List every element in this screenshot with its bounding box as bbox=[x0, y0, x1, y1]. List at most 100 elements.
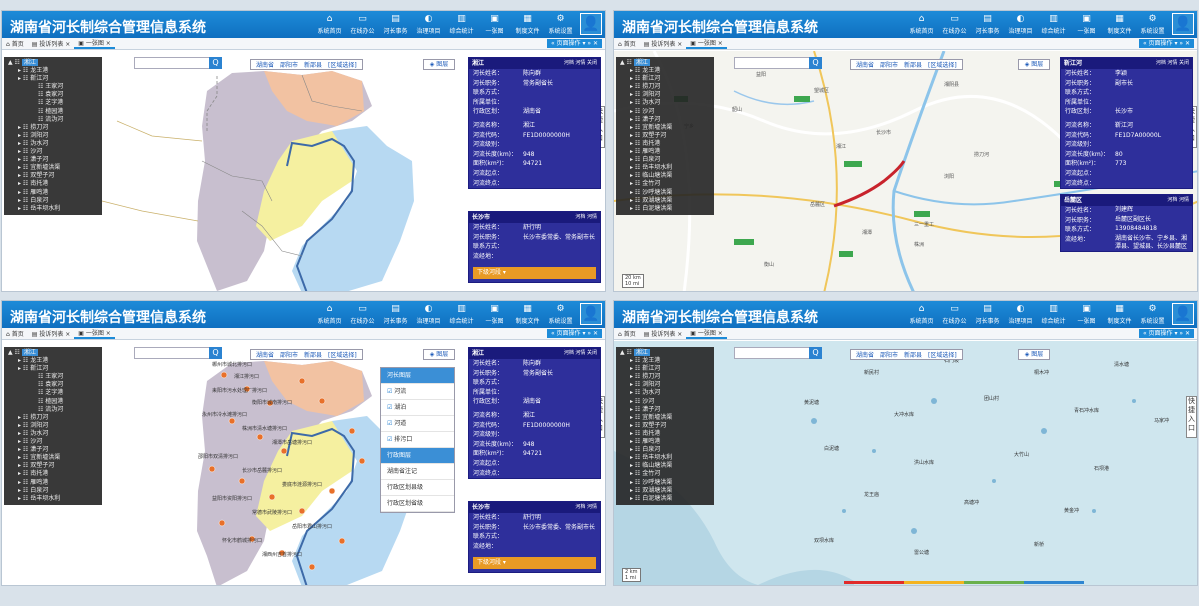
nav-gear[interactable]: ⚙ 系统设置 bbox=[1136, 303, 1169, 325]
nav-gear[interactable]: ⚙ 系统设置 bbox=[544, 303, 577, 325]
nav-document[interactable]: ▤ 河长事务 bbox=[971, 303, 1004, 325]
sub-river-button[interactable]: 下级河段 ▾ bbox=[473, 557, 596, 570]
tree-item[interactable]: ▸ ☷ 宜新墟洪渠 bbox=[616, 414, 714, 422]
tree-item[interactable]: ▸ ☷ 金竹河 bbox=[616, 470, 714, 478]
tree-item[interactable]: ☷ 楂园港 bbox=[4, 398, 102, 406]
tree-item[interactable]: ☷ 流沩河 bbox=[4, 406, 102, 414]
layer-option[interactable]: 行政图层 bbox=[381, 448, 454, 464]
nav-file[interactable]: ▦ 制度文件 bbox=[1103, 303, 1136, 325]
tree-item[interactable]: ▸ ☷ 双塑子河 bbox=[616, 132, 714, 140]
layer-button[interactable]: ◈ 图层 bbox=[1018, 349, 1050, 360]
tree-item[interactable]: ▸ ☷ 宜新墟洪渠 bbox=[616, 124, 714, 132]
nav-document[interactable]: ▤ 河长事务 bbox=[379, 13, 412, 35]
map-view[interactable]: ▲ ☷ 湘江 ▸ ☷ 龙王港 ▸ ☷ 靳江河 ☷ 王家河 ☷ 袁家河 ☷ 芝字港 ☷ 楂园… bbox=[2, 51, 605, 291]
tree-item[interactable]: ☷ 楂园港 bbox=[4, 108, 102, 116]
tree-item[interactable]: ▸ ☷ 雁鸣港 bbox=[4, 189, 102, 197]
nav-globe[interactable]: ◐ 治理项目 bbox=[412, 303, 445, 325]
tree-item[interactable]: ▸ ☷ 潇子河 bbox=[616, 116, 714, 124]
nav-globe[interactable]: ◐ 治理项目 bbox=[1004, 13, 1037, 35]
nav-file[interactable]: ▦ 制度文件 bbox=[1103, 13, 1136, 35]
page-ops-button[interactable]: « 页面操作 ▾ » ✕ bbox=[1138, 329, 1194, 338]
region-link[interactable]: [区域选择] bbox=[325, 350, 360, 359]
nav-map[interactable]: ▣ 一张图 bbox=[478, 303, 511, 325]
tree-item[interactable]: ▸ ☷ 捞刀河 bbox=[4, 124, 102, 132]
nav-monitor[interactable]: ▭ 在线办公 bbox=[346, 303, 379, 325]
nav-map[interactable]: ▣ 一张图 bbox=[478, 13, 511, 35]
tab-onemap[interactable]: ▣ 一张图 × bbox=[686, 38, 727, 49]
nav-home[interactable]: ⌂ 系统首页 bbox=[313, 13, 346, 35]
tab-home[interactable]: ⌂ 首页 bbox=[2, 329, 28, 338]
tree-item[interactable]: ▸ ☷ 白泉河 bbox=[4, 487, 102, 495]
region-link[interactable]: 邵阳市 bbox=[277, 350, 301, 359]
tree-item[interactable]: ▸ ☷ 双湖塘洪渠 bbox=[616, 197, 714, 205]
region-link[interactable]: 湖南省 bbox=[853, 60, 877, 69]
info-actions[interactable]: 河档 河情 关闭 bbox=[564, 348, 597, 359]
tree-item[interactable]: ▸ ☷ 潇子河 bbox=[4, 446, 102, 454]
search-box[interactable]: Q bbox=[134, 57, 222, 69]
search-box[interactable]: Q bbox=[134, 347, 222, 359]
region-link[interactable]: [区域选择] bbox=[325, 60, 360, 69]
nav-monitor[interactable]: ▭ 在线办公 bbox=[938, 303, 971, 325]
tree-item[interactable]: ▸ ☷ 龙王港 bbox=[616, 67, 714, 75]
tree-item[interactable]: ▸ ☷ 雁鸣港 bbox=[616, 148, 714, 156]
nav-map[interactable]: ▣ 一张图 bbox=[1070, 303, 1103, 325]
layer-option[interactable]: 河流 bbox=[381, 384, 454, 400]
page-ops-button[interactable]: « 页面操作 ▾ » ✕ bbox=[546, 329, 602, 338]
info-actions[interactable]: 河档 河情 关闭 bbox=[1156, 58, 1189, 69]
tree-item[interactable]: ▸ ☷ 白泉河 bbox=[4, 197, 102, 205]
tab-river-list[interactable]: ▤ 投诉列表 × bbox=[640, 329, 687, 338]
tree-item[interactable]: ▸ ☷ 南托港 bbox=[4, 470, 102, 478]
tab-onemap[interactable]: ▣ 一张图 × bbox=[74, 38, 115, 49]
nav-gear[interactable]: ⚙ 系统设置 bbox=[544, 13, 577, 35]
tree-item[interactable]: ▸ ☷ 双湖塘洪渠 bbox=[616, 487, 714, 495]
layer-option[interactable]: 湖泊 bbox=[381, 400, 454, 416]
tree-item[interactable]: ▸ ☷ 白泉河 bbox=[616, 156, 714, 164]
tab-onemap[interactable]: ▣ 一张图 × bbox=[74, 328, 115, 339]
tab-river-list[interactable]: ▤ 投诉列表 × bbox=[28, 39, 75, 48]
tree-item[interactable]: ▸ ☷ 龙王港 bbox=[616, 357, 714, 365]
sub-river-button[interactable]: 下级河段 ▾ bbox=[473, 267, 596, 280]
tree-item[interactable]: ▸ ☷ 沙呼塘洪渠 bbox=[616, 189, 714, 197]
nav-chart[interactable]: ▥ 综合统计 bbox=[445, 303, 478, 325]
tree-item[interactable]: ▸ ☷ 龙王港 bbox=[4, 67, 102, 75]
tab-home[interactable]: ⌂ 首页 bbox=[614, 39, 640, 48]
nav-map[interactable]: ▣ 一张图 bbox=[1070, 13, 1103, 35]
layer-option[interactable]: 河长图层 bbox=[381, 368, 454, 384]
search-box[interactable]: Q bbox=[734, 347, 822, 359]
layer-option[interactable]: 河道 bbox=[381, 416, 454, 432]
nav-file[interactable]: ▦ 制度文件 bbox=[511, 13, 544, 35]
tree-item[interactable]: ▸ ☷ 沩水河 bbox=[616, 389, 714, 397]
layer-option[interactable]: 行政区划省级 bbox=[381, 496, 454, 512]
region-link[interactable]: 新邵县 bbox=[301, 60, 325, 69]
layer-option[interactable]: 行政区划县级 bbox=[381, 480, 454, 496]
nav-gear[interactable]: ⚙ 系统设置 bbox=[1136, 13, 1169, 35]
tree-root[interactable]: ▲ ☷ 湘江 bbox=[616, 349, 714, 357]
nav-chart[interactable]: ▥ 综合统计 bbox=[1037, 303, 1070, 325]
layer-button[interactable]: ◈ 图层 bbox=[1018, 59, 1050, 70]
tree-item[interactable]: ▸ ☷ 沙呼塘洪渠 bbox=[616, 479, 714, 487]
info-actions[interactable]: 河档 河情 bbox=[1167, 195, 1189, 206]
region-link[interactable]: 邵阳市 bbox=[277, 60, 301, 69]
region-link[interactable]: 湖南省 bbox=[853, 350, 877, 359]
region-link[interactable]: 湖南省 bbox=[253, 60, 277, 69]
search-icon[interactable]: Q bbox=[809, 57, 822, 69]
tree-item[interactable]: ▸ ☷ 潇子河 bbox=[4, 156, 102, 164]
quick-entry[interactable]: 快捷入口 bbox=[1186, 396, 1197, 438]
user-avatar[interactable]: 👤 bbox=[580, 303, 602, 325]
tree-item[interactable]: ☷ 芝字港 bbox=[4, 99, 102, 107]
user-avatar[interactable]: 👤 bbox=[580, 13, 602, 35]
tree-item[interactable]: ▸ ☷ 龙王港 bbox=[4, 357, 102, 365]
tree-item[interactable]: ▸ ☷ 浏阳河 bbox=[4, 132, 102, 140]
user-avatar[interactable]: 👤 bbox=[1172, 303, 1194, 325]
tree-item[interactable]: ☷ 流沩河 bbox=[4, 116, 102, 124]
nav-monitor[interactable]: ▭ 在线办公 bbox=[346, 13, 379, 35]
info-actions[interactable]: 河档 河情 bbox=[575, 212, 597, 223]
nav-home[interactable]: ⌂ 系统首页 bbox=[905, 303, 938, 325]
tree-item[interactable]: ▸ ☷ 岳丰坝水利 bbox=[4, 205, 102, 213]
tree-item[interactable]: ▸ ☷ 南托港 bbox=[616, 140, 714, 148]
tree-item[interactable]: ▸ ☷ 南托港 bbox=[616, 430, 714, 438]
info-actions[interactable]: 河档 河情 bbox=[575, 502, 597, 513]
user-avatar[interactable]: 👤 bbox=[1172, 13, 1194, 35]
nav-globe[interactable]: ◐ 治理项目 bbox=[412, 13, 445, 35]
tree-item[interactable]: ▸ ☷ 潇子河 bbox=[616, 406, 714, 414]
